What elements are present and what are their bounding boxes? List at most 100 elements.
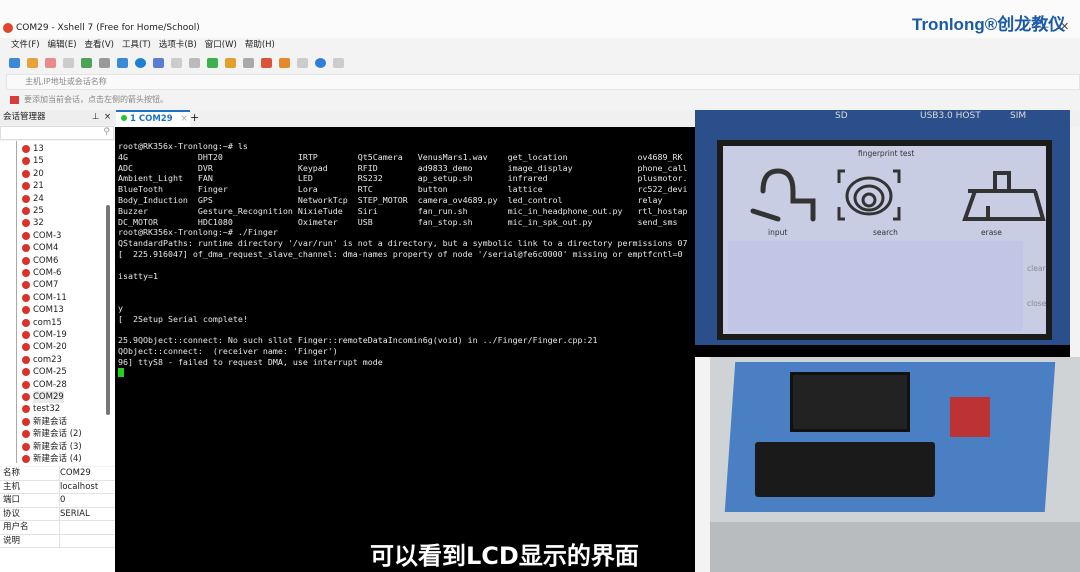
terminal-line: BlueTooth Finger Lora RTC button lattice… — [118, 184, 688, 195]
session-icon — [22, 393, 30, 401]
session-item[interactable]: 新建会话 (4) — [22, 453, 82, 465]
session-icon — [22, 318, 30, 327]
terminal-line: [ 2Setup Serial complete! — [118, 313, 248, 324]
session-icon — [22, 306, 30, 315]
hardware-kit-photo — [710, 357, 1080, 572]
session-item[interactable]: COM4 — [22, 242, 58, 254]
menu-item[interactable]: 工具(T) — [122, 38, 151, 52]
camera-icon[interactable] — [189, 58, 200, 68]
session-icon — [22, 194, 30, 203]
session-item[interactable]: COM-6 — [22, 267, 61, 279]
layout-icon[interactable] — [297, 58, 308, 68]
session-item[interactable]: 20 — [22, 168, 44, 180]
connect-icon[interactable] — [45, 58, 56, 68]
session-item[interactable]: COM6 — [22, 255, 58, 267]
pin-icon[interactable]: ⊥ — [92, 110, 99, 125]
search-icon[interactable] — [99, 58, 110, 68]
session-item[interactable]: 21 — [22, 180, 44, 192]
connected-status-icon — [121, 115, 127, 121]
keyboard — [755, 442, 935, 497]
property-key: 名称 — [3, 468, 21, 478]
session-item[interactable]: COM-11 — [22, 292, 67, 304]
photo-border — [695, 345, 1070, 357]
property-row: 说明 — [0, 534, 115, 548]
session-item[interactable]: COM-20 — [22, 341, 67, 353]
properties-icon[interactable] — [81, 58, 92, 68]
session-icon — [22, 231, 30, 240]
session-icon — [22, 157, 30, 166]
terminal-line: Buzzer Gesture_Recognition NixieTude Sir… — [118, 205, 688, 216]
new-tab-button[interactable]: + — [190, 111, 199, 124]
new-folder-icon[interactable] — [279, 58, 290, 68]
minimize-icon[interactable]: — — [1038, 20, 1049, 33]
session-item[interactable]: com15 — [22, 317, 62, 329]
session-icon — [22, 182, 30, 191]
fullscreen-icon[interactable] — [207, 58, 218, 68]
session-icon — [22, 355, 30, 364]
property-row: 主机 localhost — [0, 480, 115, 494]
menu-item[interactable]: 查看(V) — [85, 38, 114, 52]
font-icon[interactable] — [153, 58, 164, 68]
broom-erase-icon — [962, 171, 1046, 221]
transfer-icon[interactable] — [117, 58, 128, 68]
session-item[interactable]: COM-25 — [22, 366, 67, 378]
close-icon[interactable]: ✕ — [1060, 20, 1069, 33]
session-item[interactable]: 32 — [22, 217, 44, 229]
menu-item[interactable]: 文件(F) — [11, 38, 40, 52]
input-button: input — [768, 228, 788, 237]
terminal-cursor — [118, 367, 124, 377]
tree-scrollbar[interactable] — [106, 205, 110, 415]
open-folder-icon[interactable] — [27, 58, 38, 68]
tab-com29[interactable]: 1 COM29 × — [116, 110, 190, 127]
session-icon — [22, 380, 30, 389]
session-item[interactable]: 25 — [22, 205, 44, 217]
session-item[interactable]: 15 — [22, 155, 44, 167]
session-item[interactable]: COM-28 — [22, 379, 67, 391]
session-icon — [22, 207, 30, 215]
lock-icon[interactable] — [225, 58, 236, 68]
session-item[interactable]: 新建会话 (3) — [22, 441, 82, 453]
property-key: 用户名 — [3, 522, 29, 532]
menu-item[interactable]: 选项卡(B) — [159, 38, 197, 52]
session-icon — [22, 405, 30, 414]
new-session-icon[interactable] — [9, 58, 20, 68]
session-item[interactable]: test32 — [22, 403, 60, 415]
highlight-icon[interactable] — [261, 58, 272, 68]
menu-item[interactable]: 编辑(E) — [48, 38, 77, 52]
session-label: 32 — [33, 218, 44, 229]
session-search-input[interactable]: ⚲ — [0, 126, 114, 140]
terminal-line: QStandardPaths: runtime directory '/var/… — [118, 238, 688, 249]
close-tab-icon[interactable]: × — [181, 114, 188, 124]
script-icon[interactable] — [171, 58, 182, 68]
session-item[interactable]: com23 — [22, 354, 62, 366]
address-input[interactable]: 主机,IP地址或会话名称 — [6, 74, 1080, 90]
terminal[interactable]: root@RK356x-Tronlong:~# ls 4G DHT20 IRTP … — [115, 127, 695, 572]
session-icon — [22, 293, 30, 302]
menu-item[interactable]: 窗口(W) — [205, 38, 237, 52]
session-item[interactable]: 24 — [22, 193, 44, 205]
session-item[interactable]: 新建会话 (2) — [22, 428, 82, 440]
session-manager-header: 会话管理器 ⊥ × — [0, 110, 115, 125]
terminal-line: DC_MOTOR HDC1080 Oximeter USB fan_stop.s… — [118, 216, 678, 227]
session-item[interactable]: COM-3 — [22, 230, 61, 242]
disconnect-icon[interactable] — [63, 58, 74, 68]
property-row: 名称 COM29 — [0, 467, 115, 481]
session-icon — [22, 455, 30, 463]
help-icon[interactable] — [315, 58, 326, 68]
session-item[interactable]: 新建会话 — [22, 416, 67, 428]
chat-icon[interactable] — [333, 58, 344, 68]
terminal-line: 4G DHT20 IRTP Qt5Camera VenusMars1.wav g… — [118, 151, 683, 162]
session-item[interactable]: COM13 — [22, 304, 64, 316]
session-item[interactable]: 13 — [22, 143, 44, 155]
terminal-line: isatty=1 — [118, 270, 158, 281]
lcd-output-area — [728, 241, 1023, 331]
property-row: 用户名 — [0, 521, 115, 535]
session-item[interactable]: COM29 — [22, 391, 64, 403]
globe-icon[interactable] — [135, 58, 146, 68]
keyboard-icon[interactable] — [243, 58, 254, 68]
session-item[interactable]: COM-19 — [22, 329, 67, 341]
session-label: 新建会话 (2) — [33, 429, 82, 440]
session-item[interactable]: COM7 — [22, 279, 58, 291]
menu-item[interactable]: 帮助(H) — [245, 38, 275, 52]
close-panel-icon[interactable]: × — [104, 110, 111, 125]
